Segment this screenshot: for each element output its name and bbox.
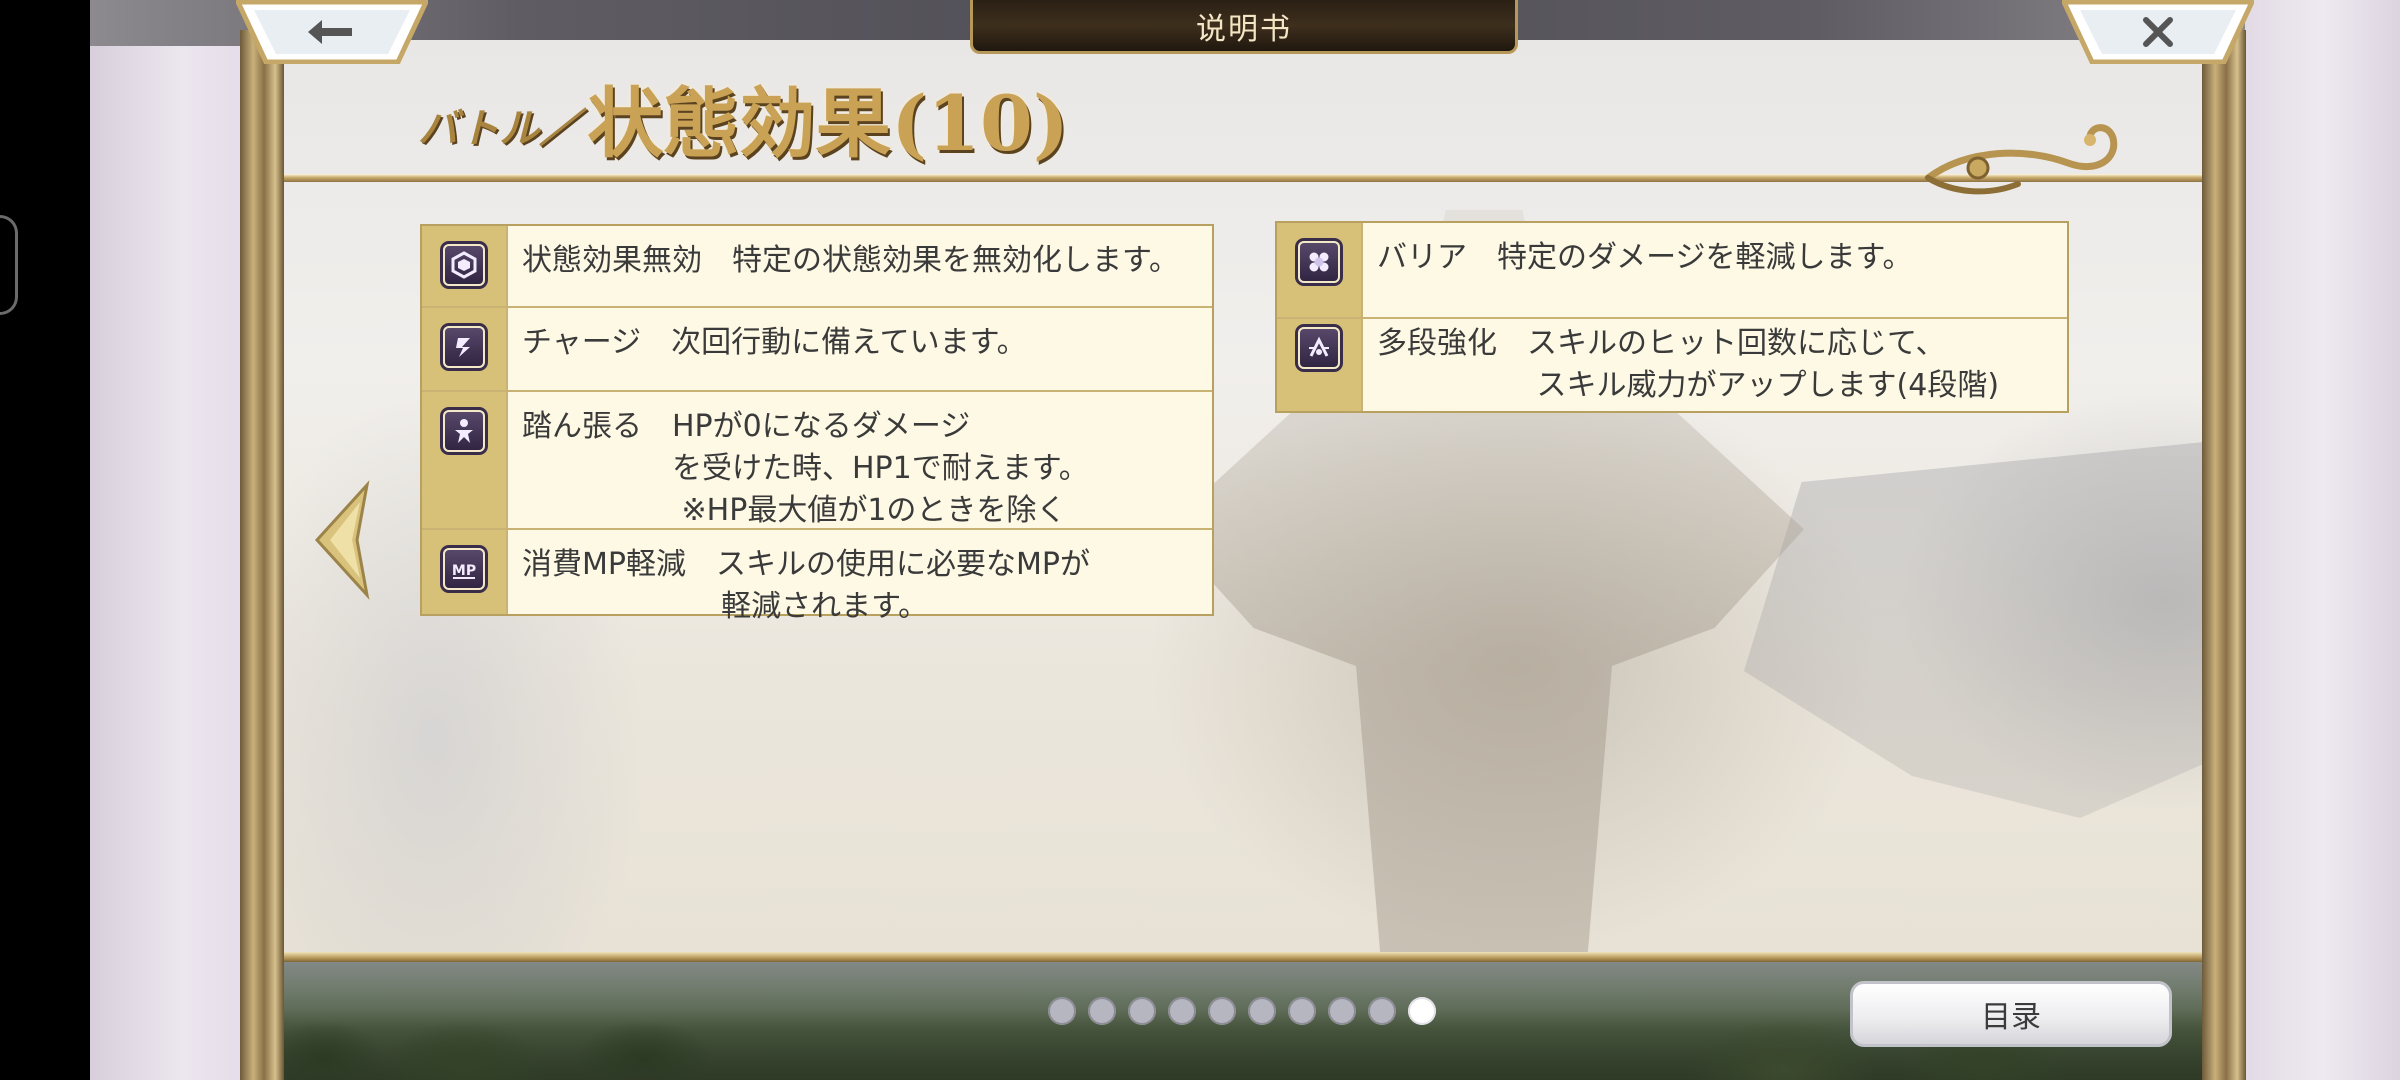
status-effect-description: 踏ん張る HPが0になるダメージ を受けた時、HP1で耐えます。 ※HP最大値が…	[522, 409, 1089, 528]
previous-page-arrow-icon[interactable]	[312, 480, 372, 600]
status-effect-description: バリア 特定のダメージを軽減します。	[1377, 240, 1913, 275]
shield-hexagon-icon	[443, 244, 485, 286]
page-title: バトル／ 状態効果(10)	[418, 62, 1069, 162]
page-dot[interactable]	[1368, 997, 1396, 1025]
page-dot[interactable]	[1248, 997, 1276, 1025]
status-effect-description: 多段強化 スキルのヒット回数に応じて、 スキル威力がアップします(4段階)	[1377, 326, 2000, 403]
page-dot-active[interactable]	[1408, 997, 1436, 1025]
page-title-prefix: バトル／	[418, 105, 580, 152]
table-row: 踏ん張る HPが0になるダメージ を受けた時、HP1で耐えます。 ※HP最大値が…	[422, 392, 1212, 530]
page-dot[interactable]	[1088, 997, 1116, 1025]
multi-hit-boost-icon	[1298, 327, 1340, 369]
page-indicator	[1048, 997, 1436, 1025]
endure-figure-icon	[443, 410, 485, 452]
page-dot[interactable]	[1048, 997, 1076, 1025]
status-effects-table-left: 状態効果無効 特定の状態効果を無効化します。 チャージ 次回行動に備えています。…	[420, 224, 1214, 624]
page-dot[interactable]	[1208, 997, 1236, 1025]
table-row: 状態効果無効 特定の状態効果を無効化します。	[422, 226, 1212, 308]
page-dot[interactable]	[1168, 997, 1196, 1025]
screen: バトル／ 状態効果(10) 状態効果無効 特定の状態効果を無効化します。 チャー…	[0, 0, 2400, 1080]
table-of-contents-button[interactable]: 目录	[1850, 981, 2172, 1047]
table-row: バリア 特定のダメージを軽減します。	[1277, 223, 2067, 319]
page-dot[interactable]	[1288, 997, 1316, 1025]
page-dot[interactable]	[1128, 997, 1156, 1025]
right-side-background	[2245, 0, 2400, 1080]
table-row: MP 消費MP軽減 スキルの使用に必要なMPが 軽減されます。	[422, 530, 1212, 624]
manual-title-tab: 说明书	[970, 0, 1518, 54]
page-dot[interactable]	[1328, 997, 1356, 1025]
status-effect-description: 消費MP軽減 スキルの使用に必要なMPが 軽減されます。	[522, 547, 1090, 624]
frame-right-pillar	[2202, 30, 2246, 1080]
table-of-contents-label: 目录	[1981, 1000, 2041, 1035]
status-effect-description: 状態効果無効 特定の状態効果を無効化します。	[522, 243, 1179, 278]
svg-text:MP: MP	[452, 563, 476, 579]
manual-title: 说明书	[1196, 11, 1292, 47]
back-button[interactable]	[234, 0, 430, 65]
close-button[interactable]	[2060, 0, 2256, 65]
left-side-background	[90, 0, 245, 1080]
page-title-main: 状態効果(10)	[587, 79, 1069, 168]
table-row: チャージ 次回行動に備えています。	[422, 308, 1212, 392]
floating-cliff-art	[1744, 440, 2202, 818]
frame-left-pillar	[240, 30, 284, 1080]
barrier-icon	[1298, 241, 1340, 283]
charge-arrow-icon	[443, 326, 485, 368]
gold-flourish-ornament	[1924, 124, 2118, 195]
status-effects-table-right: バリア 特定のダメージを軽減します。 多段強化 スキルのヒット回数に応じて、 ス…	[1275, 221, 2069, 413]
table-row: 多段強化 スキルのヒット回数に応じて、 スキル威力がアップします(4段階)	[1277, 319, 2067, 411]
mp-reduction-icon: MP	[443, 548, 485, 590]
status-effect-description: チャージ 次回行動に備えています。	[522, 325, 1027, 360]
edge-notch	[0, 215, 18, 315]
